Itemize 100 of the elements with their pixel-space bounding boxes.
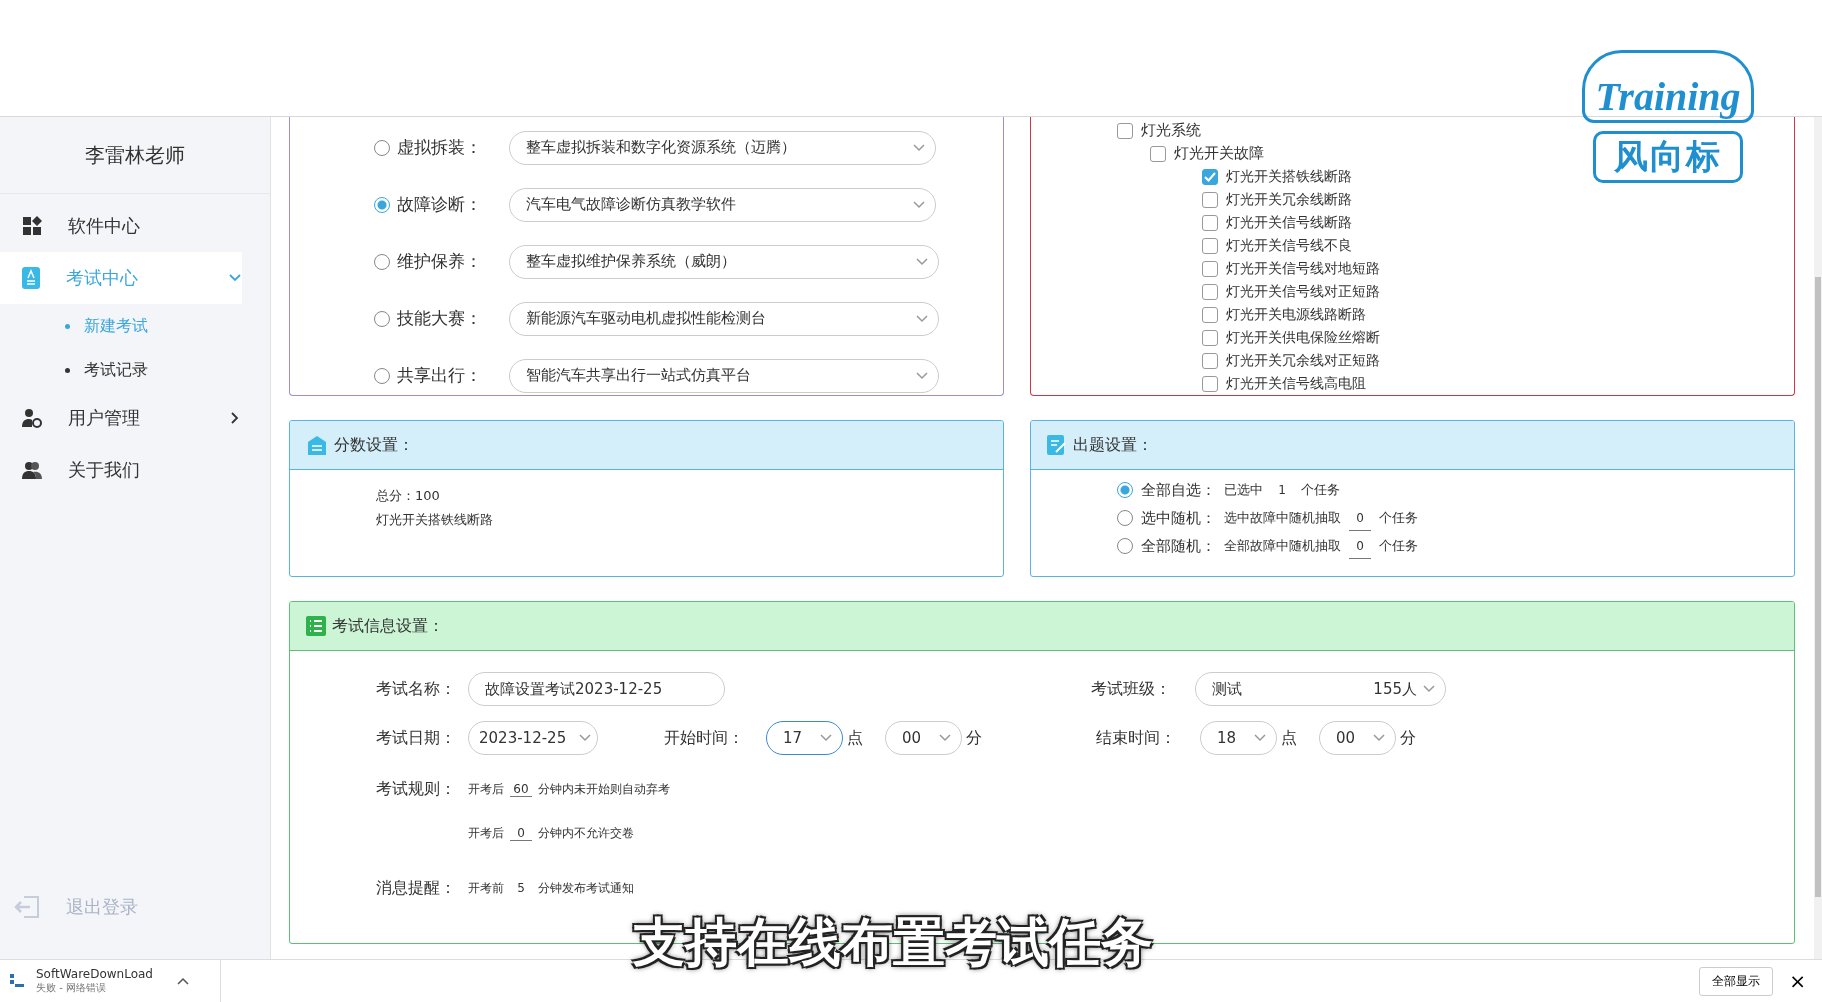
field-label: 考试规则： <box>376 778 457 800</box>
software-label: 故障诊断： <box>397 193 483 216</box>
mode-text: 个任务 <box>1379 537 1418 555</box>
fault-label: 灯光开关信号线不良 <box>1226 236 1352 255</box>
fault-label: 灯光开关供电保险丝熔断 <box>1226 328 1380 347</box>
radio-button[interactable] <box>374 196 390 213</box>
fault-label: 灯光开关故障 <box>1174 144 1264 163</box>
software-label: 技能大赛： <box>397 307 483 330</box>
radio-button[interactable] <box>1117 538 1133 554</box>
checkbox[interactable] <box>1202 260 1218 277</box>
rule-text: 分钟内不允许交卷 <box>538 824 634 842</box>
logout-icon <box>14 895 42 919</box>
radio-button[interactable] <box>374 367 390 384</box>
close-button[interactable]: × <box>1783 968 1812 994</box>
checkbox[interactable] <box>1202 283 1218 300</box>
checkbox[interactable] <box>1150 145 1166 162</box>
edit-icon <box>1047 435 1067 455</box>
checkbox[interactable] <box>1202 352 1218 369</box>
mode-text: 已选中 <box>1224 481 1263 499</box>
fault-label: 灯光开关冗余线对正短路 <box>1226 351 1380 370</box>
minutes-input[interactable]: 5 <box>510 880 532 896</box>
rule-text: 开考后 <box>468 824 504 842</box>
chevron-icon[interactable] <box>177 977 189 985</box>
software-label: 维护保养： <box>397 250 483 273</box>
field-label: 结束时间： <box>1096 727 1177 749</box>
caret-icon <box>579 734 591 742</box>
card-title: 出题设置： <box>1073 434 1153 456</box>
scrollbar[interactable] <box>1814 117 1822 959</box>
task-count: 1 <box>1277 481 1287 499</box>
caret-icon <box>939 734 951 742</box>
fault-label: 灯光开关信号线对正短路 <box>1226 282 1380 301</box>
checkbox[interactable] <box>1202 237 1218 254</box>
task-count[interactable]: 0 <box>1349 533 1371 559</box>
caret-icon <box>1254 734 1266 742</box>
field-label: 开始时间： <box>664 727 745 749</box>
logo-brand: 风向标 <box>1593 131 1743 183</box>
mode-text: 全部故障中随机抽取 <box>1224 537 1341 555</box>
nav-item[interactable]: 用户管理 <box>0 392 242 444</box>
score-icon <box>306 434 328 456</box>
list-icon <box>306 616 326 636</box>
unit-label: 点 <box>847 727 863 749</box>
caret-icon <box>1423 685 1435 693</box>
nav-item[interactable]: 软件中心 <box>0 200 242 252</box>
caret-icon <box>820 734 832 742</box>
checkbox[interactable] <box>1202 306 1218 323</box>
user-name: 李雷林老师 <box>0 117 270 194</box>
minutes-input[interactable]: 0 <box>510 825 532 841</box>
checkbox[interactable] <box>1202 375 1218 392</box>
field-label: 考试日期： <box>376 727 457 749</box>
show-all-button[interactable]: 全部显示 <box>1699 966 1774 996</box>
caret-icon <box>913 143 925 152</box>
mode-text: 个任务 <box>1379 509 1418 527</box>
download-filename: SoftWareDownLoad <box>36 968 153 981</box>
unit-label: 分 <box>966 727 982 749</box>
rule-text: 分钟内未开始则自动弃考 <box>538 780 670 798</box>
checkbox[interactable] <box>1202 329 1218 346</box>
fault-label: 灯光开关信号线对地短路 <box>1226 259 1380 278</box>
field-label: 消息提醒： <box>376 877 457 899</box>
nav-subitem[interactable]: 考试记录 <box>0 348 270 392</box>
field-label: 考试名称： <box>376 678 457 700</box>
mode-text: 个任务 <box>1301 481 1340 499</box>
caret-icon <box>916 257 928 266</box>
checkbox[interactable] <box>1117 122 1133 139</box>
card-title: 考试信息设置： <box>332 615 444 637</box>
grid-icon <box>22 216 42 236</box>
unit-label: 点 <box>1281 727 1297 749</box>
checkbox[interactable] <box>1202 191 1218 208</box>
user-icon <box>22 408 42 428</box>
card-title: 分数设置： <box>334 434 414 456</box>
total-score: 总分：100 <box>376 487 441 505</box>
file-icon <box>10 974 24 988</box>
fault-label: 灯光开关电源线路断路 <box>1226 305 1366 324</box>
radio-button[interactable] <box>374 310 390 327</box>
checkbox[interactable] <box>1202 214 1218 231</box>
fault-label: 灯光开关搭铁线断路 <box>1226 167 1352 186</box>
nav-item[interactable]: 关于我们 <box>0 444 242 496</box>
users-icon <box>22 461 42 479</box>
caret-icon <box>913 200 925 209</box>
checkbox[interactable] <box>1202 168 1218 185</box>
rule-text: 开考前 <box>468 879 504 897</box>
field-label: 考试班级： <box>1091 678 1172 700</box>
fault-label: 灯光开关信号线高电阻 <box>1226 374 1366 393</box>
download-status: 失败 - 网络错误 <box>36 981 107 994</box>
radio-button[interactable] <box>374 139 390 156</box>
radio-button[interactable] <box>374 253 390 270</box>
logo-wordmark: Training <box>1582 50 1754 123</box>
document-icon <box>22 267 40 289</box>
mode-label: 全部自选： <box>1141 480 1216 501</box>
unit-label: 分 <box>1400 727 1416 749</box>
caret-icon <box>1373 734 1385 742</box>
rule-text: 分钟发布考试通知 <box>538 879 634 897</box>
minutes-input[interactable]: 60 <box>510 781 532 797</box>
software-label: 共享出行： <box>397 364 483 387</box>
task-count[interactable]: 0 <box>1349 505 1371 531</box>
fault-label: 灯光开关信号线断路 <box>1226 213 1352 232</box>
software-label: 虚拟拆装： <box>397 136 483 159</box>
radio-button[interactable] <box>1117 482 1133 498</box>
fault-label: 灯光开关冗余线断路 <box>1226 190 1352 209</box>
radio-button[interactable] <box>1117 510 1133 526</box>
mode-label: 全部随机： <box>1141 536 1216 557</box>
